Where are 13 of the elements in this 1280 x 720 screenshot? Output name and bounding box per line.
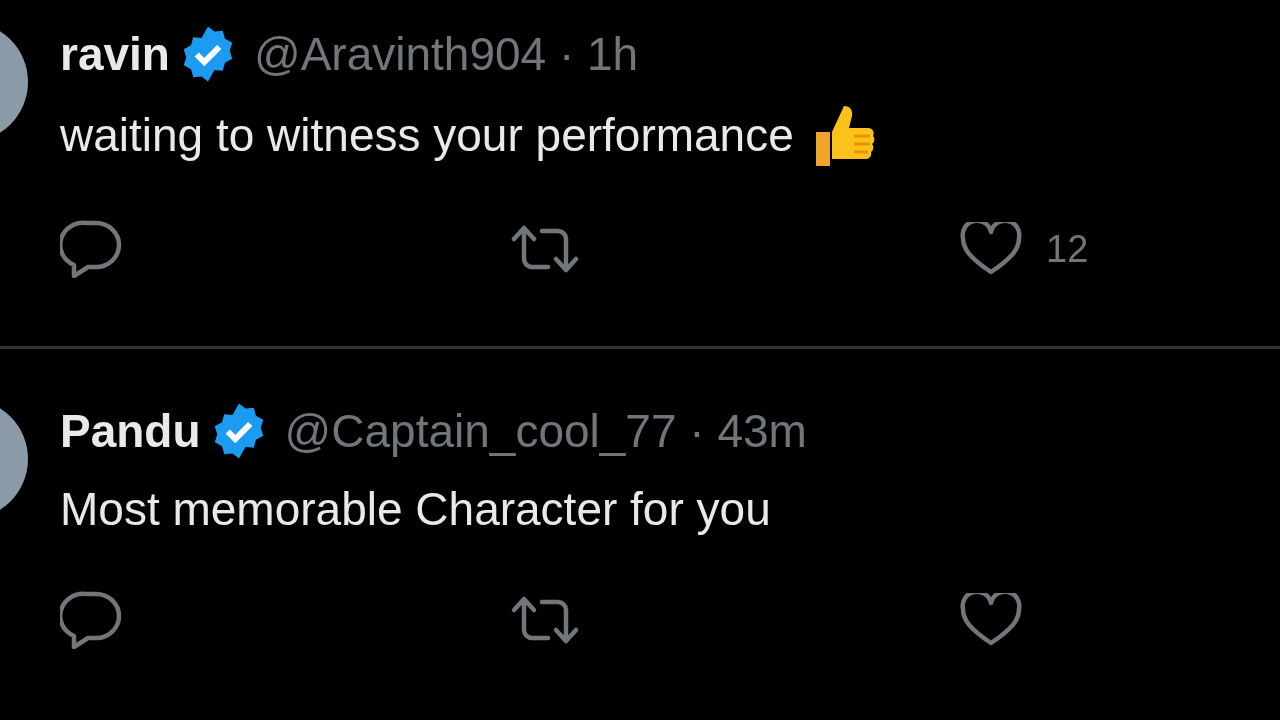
retweet-icon[interactable]	[510, 594, 580, 646]
reply-icon[interactable]	[60, 591, 122, 649]
handle-and-time: @Aravinth904 · 1h	[253, 27, 639, 82]
author-name: ravin	[60, 27, 170, 82]
reply-icon[interactable]	[60, 220, 122, 278]
author-name: Pandu	[60, 404, 201, 459]
like-icon[interactable]	[960, 222, 1022, 276]
like-count: 12	[1046, 226, 1089, 272]
retweet-icon[interactable]	[510, 223, 580, 275]
handle-and-time: @Captain_cool_77 · 43m	[284, 404, 807, 459]
tweet-text: Most memorable Character for you	[60, 482, 771, 537]
tweet-text: waiting to witness your performance	[60, 108, 794, 163]
like-icon[interactable]	[960, 593, 1022, 647]
